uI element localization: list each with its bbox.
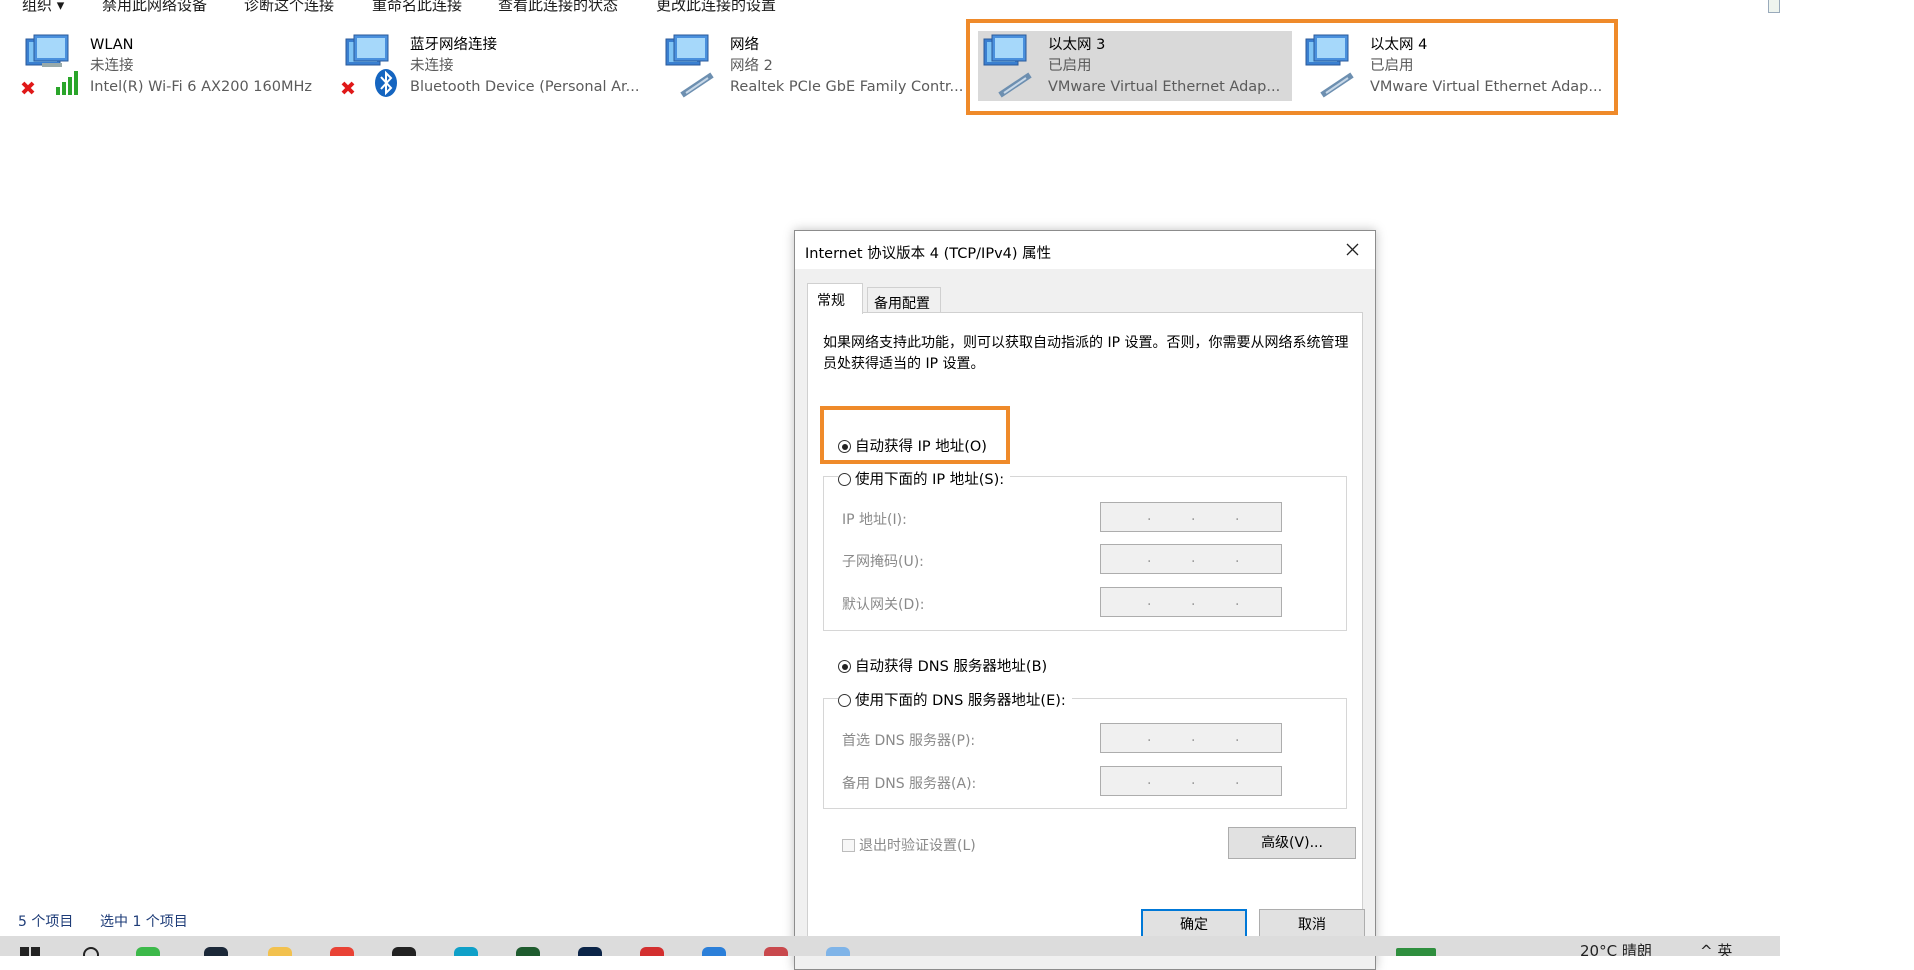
manual-dns-option[interactable]: 使用下面的 DNS 服务器地址(E): (838, 689, 1072, 710)
control-panel-icon[interactable] (702, 947, 726, 956)
tab-general[interactable]: 常规 (807, 283, 863, 314)
adapter-tile-network[interactable]: 网络 网络 2 Realtek PCIe GbE Family Contr... (660, 31, 978, 101)
adapter-name: 蓝牙网络连接 (410, 37, 497, 53)
validate-on-exit-option[interactable]: 退出时验证设置(L) (842, 835, 976, 855)
adapter-name: 网络 (730, 37, 759, 53)
ip-separator: . (1147, 550, 1152, 566)
taskbar: 20°C 晴朗 ^ 英 (0, 936, 1780, 956)
wechat-icon[interactable] (136, 947, 160, 956)
ethernet-adapter-icon (665, 34, 714, 98)
ip-separator: . (1191, 593, 1196, 609)
qq-icon[interactable] (392, 947, 416, 956)
manual-ip-option[interactable]: 使用下面的 IP 地址(S): (838, 468, 1011, 489)
adapter-name: WLAN (90, 37, 134, 53)
file-explorer-icon[interactable] (268, 947, 292, 956)
preferred-dns-input[interactable]: ... (1100, 723, 1282, 753)
item-count: 5 个项目 (18, 914, 74, 930)
disable-device-button[interactable]: 禁用此网络设备 (102, 0, 207, 15)
ipv4-properties-dialog: Internet 协议版本 4 (TCP/IPv4) 属性 常规 备用配置 如果… (794, 230, 1376, 970)
preferred-dns-label: 首选 DNS 服务器(P): (842, 733, 976, 749)
ip-separator: . (1235, 729, 1240, 745)
tab-general-label: 常规 (817, 293, 845, 309)
ip-address-label: IP 地址(I): (842, 512, 907, 528)
ip-separator: . (1235, 550, 1240, 566)
search-icon[interactable] (82, 946, 104, 956)
adapter-tile-bluetooth[interactable]: 蓝牙网络连接 未连接 Bluetooth Device (Personal Ar… (340, 31, 658, 101)
ip-separator: . (1235, 593, 1240, 609)
auto-dns-radio[interactable] (838, 660, 851, 673)
validate-on-exit-checkbox[interactable] (842, 839, 855, 852)
bluetooth-adapter-icon (341, 34, 397, 97)
auto-ip-highlight (820, 406, 1010, 464)
ip-separator: . (1147, 729, 1152, 745)
manual-dns-radio[interactable] (838, 694, 851, 707)
manual-ip-label: 使用下面的 IP 地址(S): (855, 472, 1005, 488)
adapter-status: 网络 2 (730, 58, 773, 74)
dreamweaver-icon[interactable] (516, 947, 540, 956)
ip-address-input[interactable]: ... (1100, 502, 1282, 532)
change-settings-button[interactable]: 更改此连接的设置 (656, 0, 776, 15)
alternate-dns-input[interactable]: ... (1100, 766, 1282, 796)
battery-icon[interactable] (1396, 948, 1436, 956)
organize-menu[interactable]: 组织 ▾ (22, 0, 64, 15)
ip-separator: . (1191, 550, 1196, 566)
app-icon[interactable] (764, 947, 788, 956)
adapter-device: Bluetooth Device (Personal Ar... (410, 79, 640, 95)
advanced-button[interactable]: 高级(V)... (1228, 827, 1356, 859)
selected-count: 选中 1 个项目 (100, 914, 188, 930)
windows-start-icon[interactable] (20, 947, 40, 956)
vmware-adapters-highlight (966, 19, 1618, 115)
ip-separator: . (1235, 508, 1240, 524)
dialog-description: 如果网络支持此功能，则可以获取自动指派的 IP 设置。否则，你需要从网络系统管理… (823, 335, 1349, 372)
subnet-mask-label: 子网掩码(U): (842, 554, 924, 570)
adapter-status: 未连接 (410, 58, 454, 74)
ip-separator: . (1147, 593, 1152, 609)
weather-widget[interactable]: 20°C 晴朗 (1580, 940, 1652, 956)
ip-separator: . (1191, 772, 1196, 788)
subnet-mask-input[interactable]: ... (1100, 544, 1282, 574)
steam-icon[interactable] (204, 947, 228, 956)
alternate-dns-label: 备用 DNS 服务器(A): (842, 776, 977, 792)
ip-separator: . (1191, 508, 1196, 524)
ip-separator: . (1191, 729, 1196, 745)
panel-toggle-icon[interactable] (1768, 0, 1780, 13)
diagnose-button[interactable]: 诊断这个连接 (244, 0, 334, 15)
adapter-device: Realtek PCIe GbE Family Contr... (730, 79, 964, 95)
manual-ip-radio[interactable] (838, 473, 851, 486)
ip-separator: . (1147, 772, 1152, 788)
status-bar: 5 个项目 选中 1 个项目 (0, 905, 1000, 935)
chrome-icon[interactable] (330, 947, 354, 956)
view-status-button[interactable]: 查看此连接的状态 (498, 0, 618, 15)
dialog-title: Internet 协议版本 4 (TCP/IPv4) 属性 (805, 246, 1052, 262)
tab-alternate-config[interactable]: 备用配置 (867, 287, 941, 314)
network-settings-icon[interactable] (826, 947, 850, 956)
auto-dns-option[interactable]: 自动获得 DNS 服务器地址(B) (838, 655, 1047, 676)
validate-on-exit-label: 退出时验证设置(L) (859, 838, 976, 854)
default-gateway-label: 默认网关(D): (842, 597, 925, 613)
ip-separator: . (1235, 772, 1240, 788)
adapter-tile-wlan[interactable]: WLAN 未连接 Intel(R) Wi-Fi 6 AX200 160MHz (20, 31, 338, 101)
photoshop-icon[interactable] (578, 947, 602, 956)
tab-alternate-label: 备用配置 (874, 296, 930, 312)
adapter-status: 未连接 (90, 58, 134, 74)
background-strip (1780, 0, 1914, 956)
wifi-adapter-icon (21, 34, 78, 95)
auto-dns-label: 自动获得 DNS 服务器地址(B) (855, 659, 1048, 675)
edge-icon[interactable] (454, 947, 478, 956)
system-tray[interactable]: ^ 英 (1700, 940, 1732, 956)
ip-separator: . (1147, 508, 1152, 524)
adapter-device: Intel(R) Wi-Fi 6 AX200 160MHz (90, 79, 312, 95)
default-gateway-input[interactable]: ... (1100, 587, 1282, 617)
dialog-titlebar: Internet 协议版本 4 (TCP/IPv4) 属性 (795, 231, 1375, 269)
close-icon[interactable] (1329, 231, 1375, 269)
wps-icon[interactable] (640, 947, 664, 956)
manual-dns-label: 使用下面的 DNS 服务器地址(E): (855, 693, 1066, 709)
rename-button[interactable]: 重命名此连接 (372, 0, 462, 15)
